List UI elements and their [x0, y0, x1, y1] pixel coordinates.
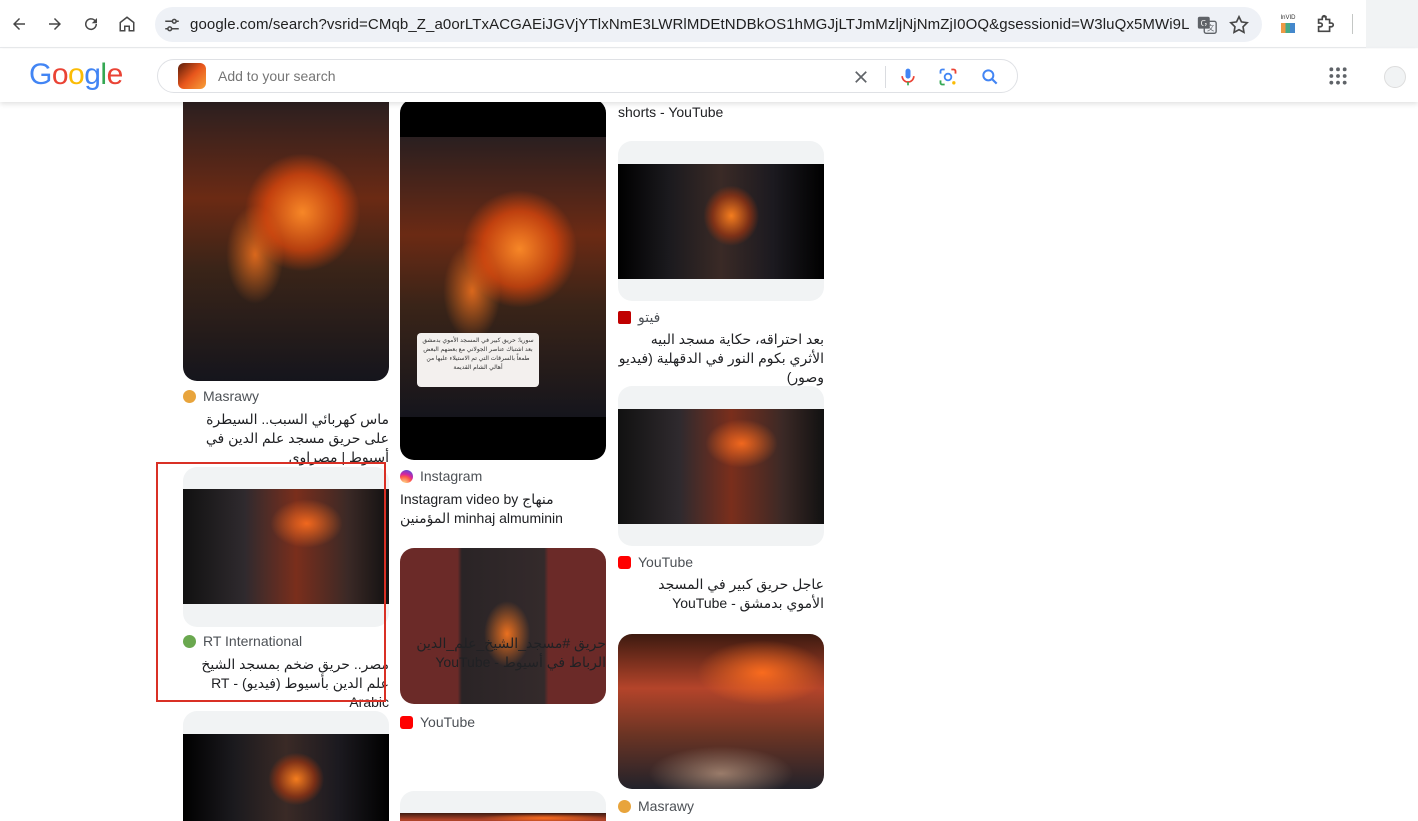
logo-letter: o: [51, 58, 69, 91]
result-image[interactable]: سوريا: حريق كبير في المسجد الأموي بدمشق …: [400, 99, 606, 460]
search-icon[interactable]: [980, 67, 1000, 87]
results-column-2: سوريا: حريق كبير في المسجد الأموي بدمشق …: [400, 99, 606, 821]
result-source[interactable]: YouTube: [618, 554, 693, 570]
result-image[interactable]: [618, 141, 824, 301]
source-name: YouTube: [638, 554, 694, 570]
google-logo[interactable]: Google: [29, 58, 123, 92]
youtube-favicon-icon: [618, 555, 631, 569]
svg-text:文: 文: [1207, 24, 1215, 33]
result-image-frame: [400, 813, 606, 821]
result-source[interactable]: RT International: [183, 633, 302, 649]
reload-icon[interactable]: [78, 11, 104, 37]
back-icon[interactable]: [6, 11, 32, 37]
home-icon[interactable]: [114, 11, 140, 37]
microphone-icon[interactable]: [898, 66, 918, 88]
address-bar[interactable]: google.com/search?vsrid=CMqb_Z_a0orLTxAC…: [155, 7, 1262, 42]
logo-letter: g: [84, 58, 101, 91]
invid-label: InVID: [1280, 15, 1296, 21]
result-source[interactable]: Masrawy: [183, 388, 259, 404]
avatar[interactable]: [1384, 66, 1406, 88]
logo-letter: e: [106, 58, 124, 91]
logo-letter: o: [68, 58, 85, 91]
result-image[interactable]: [183, 711, 389, 821]
rt-favicon-icon: [183, 634, 196, 648]
source-name: RT International: [203, 633, 303, 649]
result-title[interactable]: shorts - YouTube: [618, 103, 824, 122]
result-image[interactable]: [618, 634, 824, 789]
result-title[interactable]: حريق #مسجد_الشيخ_علم_الدين الرباط في أسي…: [400, 634, 606, 672]
instagram-favicon-icon: [400, 469, 413, 483]
result-source[interactable]: فيتو: [618, 309, 660, 326]
close-icon[interactable]: [852, 68, 870, 86]
result-image[interactable]: [618, 386, 824, 546]
results-column-1: Masrawy ماس كهربائي السبب.. السيطرة على …: [183, 100, 389, 821]
search-input[interactable]: [218, 68, 818, 84]
translate-icon[interactable]: G 文: [1196, 14, 1218, 36]
result-image-frame: [183, 489, 389, 604]
source-name: Masrawy: [203, 388, 260, 404]
result-title[interactable]: مصر.. حريق ضخم بمسجد الشيخ علم الدين بأس…: [183, 655, 389, 712]
forward-icon[interactable]: [42, 11, 68, 37]
vetogate-favicon-icon: [618, 311, 631, 324]
results-column-3: shorts - YouTube فيتو بعد احتراقه، حكاية…: [618, 102, 824, 821]
google-header: Google: [0, 49, 1418, 102]
query-image-thumbnail[interactable]: [178, 63, 206, 89]
result-source[interactable]: YouTube: [400, 714, 475, 730]
result-image-frame: [618, 164, 824, 279]
result-image[interactable]: [183, 100, 389, 381]
masrawy-favicon-icon: [183, 389, 196, 403]
source-name: فيتو: [638, 309, 661, 325]
source-name: YouTube: [420, 714, 476, 730]
result-image[interactable]: [400, 548, 606, 704]
masrawy-favicon-icon: [618, 799, 631, 813]
source-name: Masrawy: [638, 798, 695, 814]
google-apps-icon[interactable]: [1328, 66, 1348, 86]
result-title[interactable]: Instagram video by منهاج المؤمنين minhaj…: [400, 490, 606, 528]
result-title[interactable]: عاجل حريق كبير في المسجد الأموي بدمشق - …: [618, 575, 824, 613]
image-overlay-text: سوريا: حريق كبير في المسجد الأموي بدمشق …: [417, 333, 539, 387]
result-image-frame: [618, 409, 824, 524]
search-box[interactable]: [157, 59, 1018, 93]
browser-toolbar: google.com/search?vsrid=CMqb_Z_a0orLTxAC…: [0, 0, 1418, 48]
logo-letter: G: [29, 58, 52, 91]
result-source[interactable]: Instagram: [400, 468, 482, 484]
result-image[interactable]: [183, 467, 389, 627]
toolbar-divider: [1352, 14, 1353, 34]
search-divider: [885, 66, 886, 88]
result-source[interactable]: Masrawy: [618, 798, 694, 814]
google-lens-icon[interactable]: [938, 67, 958, 87]
invid-extension-icon[interactable]: InVID: [1277, 13, 1299, 35]
url-text[interactable]: google.com/search?vsrid=CMqb_Z_a0orLTxAC…: [190, 16, 1190, 33]
youtube-favicon-icon: [400, 715, 413, 729]
result-title[interactable]: ماس كهربائي السبب.. السيطرة على حريق مسج…: [183, 410, 389, 467]
result-image-frame: [183, 734, 389, 821]
site-info-icon[interactable]: [163, 16, 181, 34]
result-image[interactable]: [400, 791, 606, 821]
source-name: Instagram: [420, 468, 483, 484]
toolbar-edge: [1366, 0, 1418, 48]
extensions-icon[interactable]: [1314, 13, 1336, 35]
bookmark-star-icon[interactable]: [1228, 14, 1250, 36]
result-title[interactable]: بعد احتراقه، حكاية مسجد البيه الأثري بكو…: [618, 330, 824, 387]
